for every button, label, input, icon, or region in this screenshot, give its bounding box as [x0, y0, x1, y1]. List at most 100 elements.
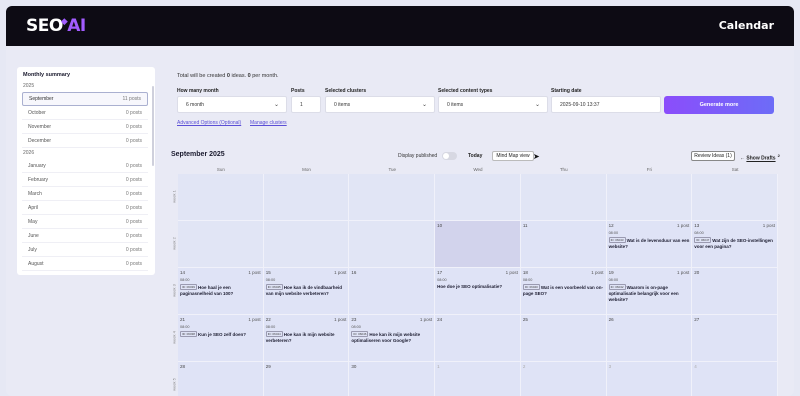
scheduled-post[interactable]: ID: 06038 Kun je SEO zelf doen? [179, 331, 262, 338]
month-post-count: 11 posts [122, 96, 141, 102]
week-label-wrap: week 4 [170, 315, 178, 362]
scheduled-post[interactable]: ID: 06043 Wat is de levensduur van een we… [608, 237, 691, 250]
month-item[interactable]: August 0 posts [22, 257, 148, 271]
post-count: 1 post [762, 223, 775, 228]
month-item[interactable]: March 0 posts [22, 187, 148, 201]
month-post-count: 0 posts [125, 260, 142, 267]
today-button[interactable]: Today [468, 153, 482, 159]
month-name: May [28, 218, 38, 225]
day-cell[interactable]: 12 1 post 08:00 ID: 06043 Wat is de levensdu… [606, 221, 693, 268]
day-cell[interactable]: 19 1 post 08:00 ID: 06042 Waarom is on-page … [606, 268, 693, 315]
month-name: April [28, 204, 39, 211]
day-cell[interactable]: 10 [435, 221, 521, 268]
day-cell[interactable]: 27 [692, 315, 778, 362]
day-cell[interactable]: 29 [263, 362, 350, 396]
day-cell[interactable]: 25 [520, 315, 607, 362]
starting-date-input[interactable]: 2025-09-10 13:37 [551, 96, 661, 113]
post-time: 08:00 [179, 278, 190, 282]
months-select[interactable]: 6 month ⌄ [177, 96, 287, 113]
day-cell[interactable]: 16 [349, 268, 436, 315]
week-label: week 5 [171, 378, 177, 391]
empty-day-cell [177, 221, 264, 268]
day-number: 20 [694, 270, 700, 275]
day-cell[interactable]: 1 [435, 362, 521, 396]
week-row: week 4 21 1 post 08:00 ID: 06038 Kun je SEO z… [170, 315, 778, 362]
content-types-label: Selected content types [438, 88, 493, 94]
empty-day-cell [349, 221, 436, 268]
calendar-month-title: September 2025 [171, 151, 225, 158]
content-types-select[interactable]: 0 items ⌄ [438, 96, 548, 113]
clusters-select[interactable]: 0 items ⌄ [325, 96, 435, 113]
manage-clusters-link[interactable]: Manage clusters [250, 120, 287, 126]
day-cell[interactable]: 22 1 post 08:00 ID: 06044 Hoe kan ik mijn we… [263, 315, 350, 362]
posts-input[interactable]: 1 [291, 96, 321, 113]
post-id-badge: ID: 06039 [179, 284, 197, 290]
week-label: week 3 [171, 284, 177, 297]
scheduled-post[interactable]: ID: 06044 Hoe kan ik mijn website verbete… [265, 331, 348, 344]
scheduled-post[interactable]: ID: 06047 Wat zijn de SEO-instellingen vo… [694, 237, 776, 250]
day-cell[interactable]: 4 [692, 362, 778, 396]
post-time: 08:00 [694, 231, 704, 235]
month-item[interactable]: April 0 posts [22, 201, 148, 215]
month-item[interactable]: February 0 posts [22, 173, 148, 187]
sidebar-scrollbar[interactable] [152, 86, 154, 166]
weekday-label: Mon [302, 167, 311, 172]
day-cell[interactable]: 23 1 post 08:00 ID: 06046 Hoe kan ik mijn we… [349, 315, 436, 362]
scheduled-post[interactable]: ID: 06045 Hoe kan ik de vindbaarheid van … [265, 284, 348, 297]
creation-summary: Total will be created 0 ideas. 0 per mon… [177, 73, 279, 79]
scheduled-post[interactable]: ID: 06046 Hoe kan ik mijn website optimal… [351, 331, 433, 344]
day-cell[interactable]: 14 1 post 08:00 ID: 06039 Hoe haal je een pa… [177, 268, 264, 315]
day-cell[interactable]: 18 1 post 08:00 ID: 06040 Wat is een voorbee… [520, 268, 607, 315]
month-item[interactable]: October 0 posts [22, 106, 148, 120]
scheduled-post[interactable]: Hoe doe je SEO optimalisatie? [437, 284, 519, 290]
day-number: 3 [608, 364, 612, 369]
generate-more-button[interactable]: Generate more [664, 96, 774, 114]
day-cell[interactable]: 20 [692, 268, 778, 315]
day-number: 24 [437, 317, 443, 322]
week-label: week 2 [171, 237, 177, 250]
scheduled-post[interactable]: ID: 06039 Hoe haal je een paginasnelheid … [179, 284, 262, 297]
show-drafts-link[interactable]: ← Show Drafts2 [740, 153, 780, 162]
month-name: December [28, 137, 52, 144]
app-window: SEO◆AI Calendar Monthly summary 2025 Sept… [6, 6, 794, 396]
scheduled-post[interactable]: ID: 06042 Waarom is on-page optimalisatie… [608, 284, 691, 303]
post-id-badge: ID: 06044 [265, 331, 283, 337]
posts-label: Posts [291, 88, 305, 94]
post-time: 08:00 [522, 278, 533, 282]
mind-map-view-button[interactable]: Mind Map view [492, 151, 534, 161]
empty-day-cell [263, 174, 350, 221]
day-cell[interactable]: 2 [520, 362, 607, 396]
month-item[interactable]: July 0 posts [22, 243, 148, 257]
day-cell[interactable]: 3 [606, 362, 693, 396]
logo[interactable]: SEO◆AI [26, 16, 86, 36]
post-title: Hoe doe je SEO optimalisatie? [437, 284, 503, 289]
month-item[interactable]: November 0 posts [22, 120, 148, 134]
day-number: 28 [179, 364, 185, 369]
day-cell[interactable]: 24 [435, 315, 521, 362]
advanced-options-link[interactable]: Advanced Options (Optional) [177, 120, 241, 126]
empty-day-cell [177, 174, 264, 221]
day-cell[interactable]: 30 [349, 362, 436, 396]
day-number: 16 [351, 270, 357, 275]
month-item[interactable]: May 0 posts [22, 215, 148, 229]
month-name: January [28, 162, 46, 169]
day-cell[interactable]: 15 1 post 08:00 ID: 06045 Hoe kan ik de vind… [263, 268, 350, 315]
empty-day-cell [435, 174, 521, 221]
week-label: week 1 [171, 190, 177, 203]
month-item[interactable]: January 0 posts [22, 159, 148, 173]
display-published-toggle[interactable] [442, 152, 457, 160]
arrow-left-icon: ← [740, 155, 745, 162]
review-ideas-button[interactable]: Review Ideas (1) [691, 151, 735, 161]
scheduled-post[interactable]: ID: 06040 Wat is een voorbeeld van on-pag… [522, 284, 605, 297]
day-cell[interactable]: 13 1 post 08:00 ID: 06047 Wat zijn de SEO-in… [692, 221, 778, 268]
month-item[interactable]: December 0 posts [22, 134, 148, 148]
day-number: 29 [265, 364, 271, 369]
page-title: Calendar [718, 19, 774, 32]
day-cell[interactable]: 28 [177, 362, 264, 396]
day-cell[interactable]: 17 1 post 08:00 Hoe doe je SEO optimalisati… [435, 268, 521, 315]
month-item[interactable]: June 0 posts [22, 229, 148, 243]
day-cell[interactable]: 21 1 post 08:00 ID: 06038 Kun je SEO zelf do… [177, 315, 264, 362]
day-cell[interactable]: 26 [606, 315, 693, 362]
month-item[interactable]: September 11 posts [22, 92, 148, 106]
day-cell[interactable]: 11 [520, 221, 607, 268]
